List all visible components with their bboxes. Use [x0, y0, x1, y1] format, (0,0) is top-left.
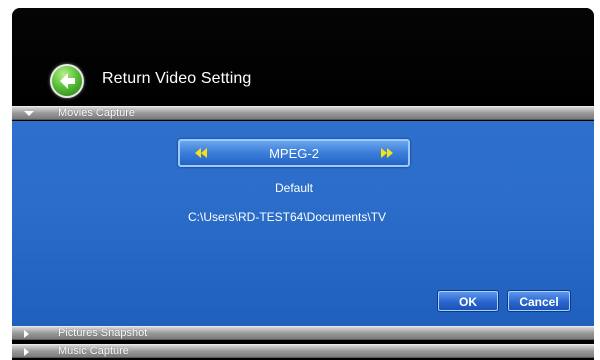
section-music-capture[interactable]: Music Capture [12, 344, 594, 358]
chevron-right-icon [24, 348, 29, 356]
double-arrow-right-icon[interactable] [380, 147, 394, 159]
save-path[interactable]: C:\Users\RD-TEST64\Documents\TV [188, 210, 403, 224]
chevron-right-icon [24, 330, 29, 338]
ok-button[interactable]: OK [438, 291, 498, 311]
app-window: Return Video Setting Movies Capture MPEG… [12, 8, 594, 360]
back-button[interactable] [50, 64, 84, 98]
movies-capture-panel: MPEG-2 Default C:\Users\RD-TEST64\Docume… [12, 121, 594, 326]
back-arrow-icon [60, 73, 75, 89]
section-label: Music Capture [58, 345, 129, 357]
cancel-button[interactable]: Cancel [508, 291, 570, 311]
section-label: Pictures Snapshot [58, 327, 148, 339]
quality-setting[interactable]: Default [178, 181, 410, 195]
header-bar: Return Video Setting [12, 8, 594, 106]
format-value: MPEG-2 [269, 146, 319, 161]
chevron-down-icon [24, 111, 34, 116]
page-title: Return Video Setting [102, 70, 252, 87]
format-selector[interactable]: MPEG-2 [178, 139, 410, 167]
section-pictures-snapshot[interactable]: Pictures Snapshot [12, 326, 594, 340]
section-label: Movies Capture [58, 107, 136, 119]
section-movies-capture[interactable]: Movies Capture [12, 106, 594, 120]
